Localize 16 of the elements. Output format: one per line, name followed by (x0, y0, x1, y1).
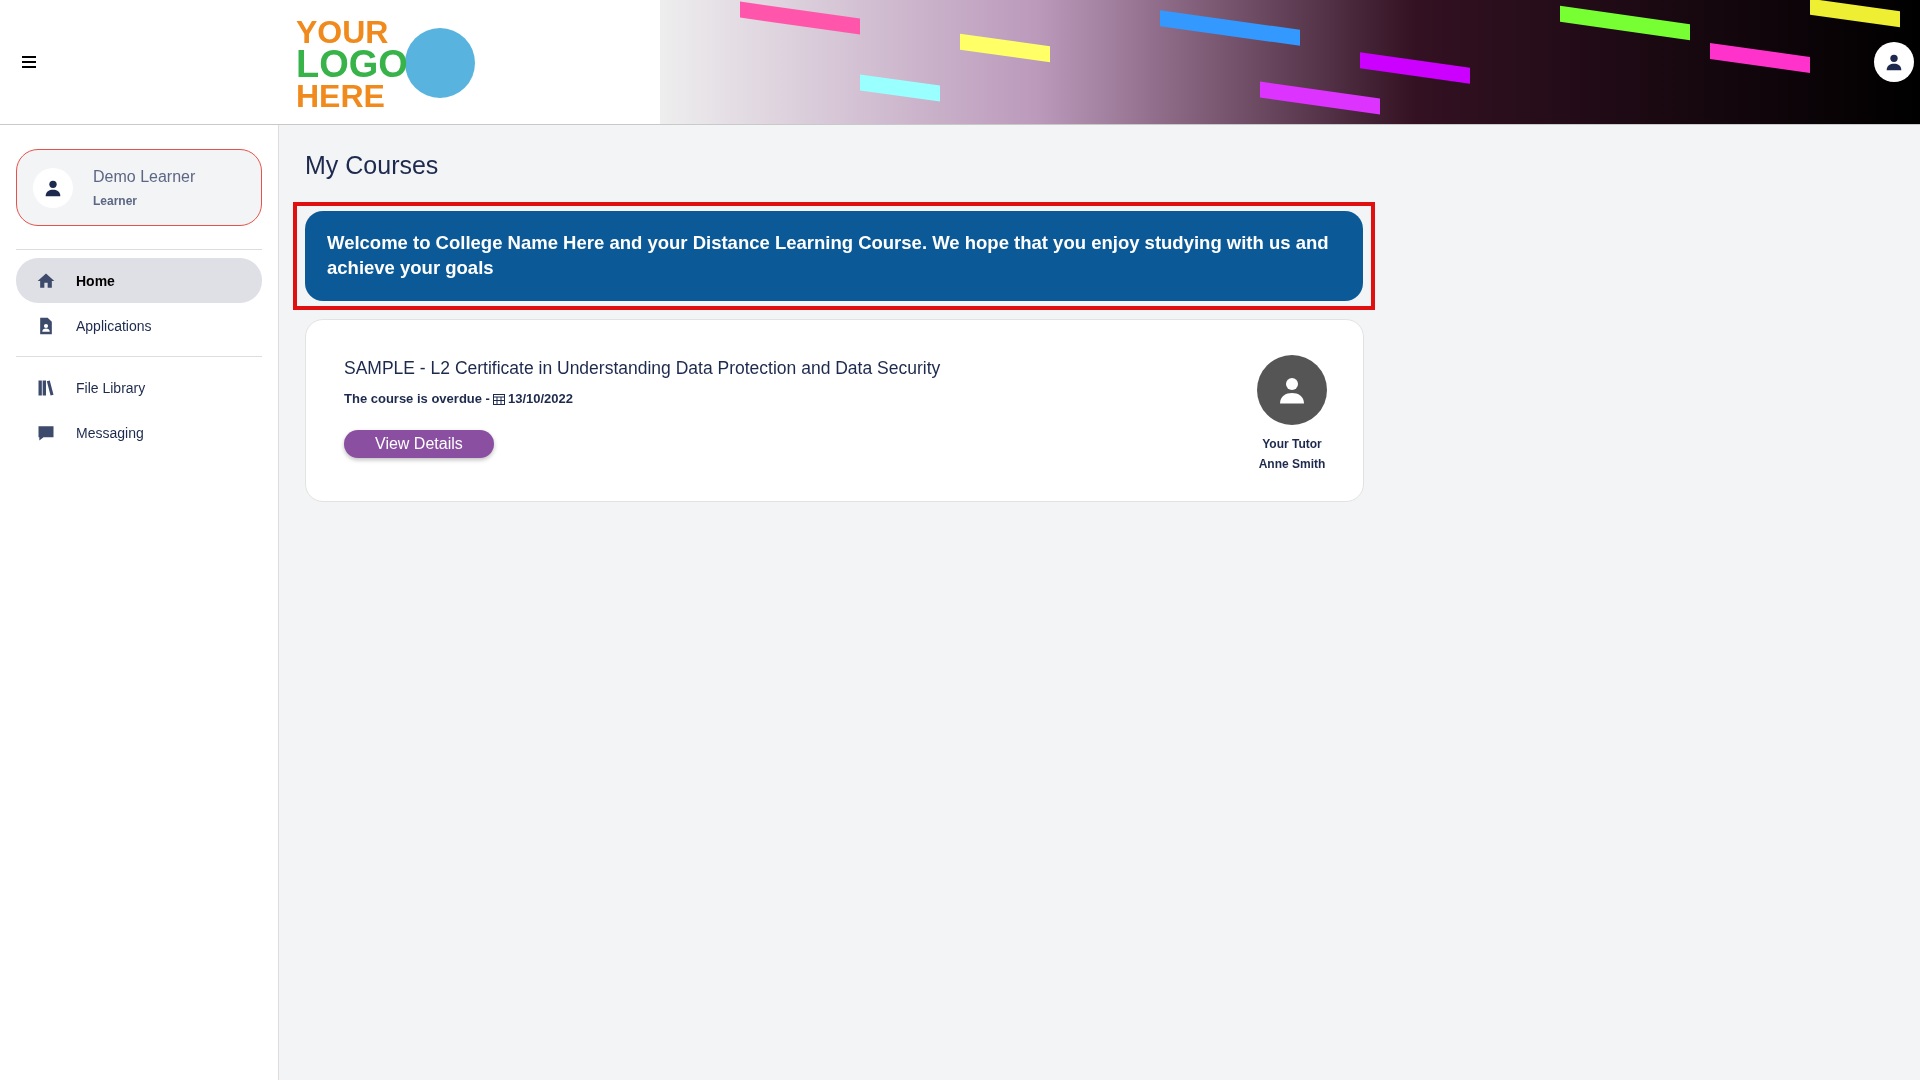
sidebar-item[interactable]: Messaging (16, 410, 262, 455)
course-status: The course is overdue - (344, 391, 490, 406)
due-date: 13/10/2022 (507, 391, 573, 406)
welcome-banner: Welcome to College Name Here and your Distance Learning Course. We hope that you enjoy studying with us and achieve your goals (305, 211, 1363, 301)
profile-role: Learner (93, 193, 139, 208)
tutor-name: Anne Smith (1258, 457, 1326, 471)
sidebar-item[interactable]: File Library (16, 365, 262, 410)
sidebar-item[interactable]: Home (16, 258, 262, 303)
course-title: SAMPLE - L2 Certificate in Understanding Data Protection and Data Security (344, 358, 941, 379)
page-title: My Courses (305, 151, 440, 180)
sidebar-item[interactable]: Applications (16, 303, 262, 348)
calendar-icon (492, 392, 505, 405)
tutor-label: Your Tutor (1262, 437, 1322, 451)
menu-icon (22, 56, 36, 68)
view-details-button[interactable]: View Details (344, 430, 494, 458)
profile-name: Demo Learner (93, 167, 196, 186)
